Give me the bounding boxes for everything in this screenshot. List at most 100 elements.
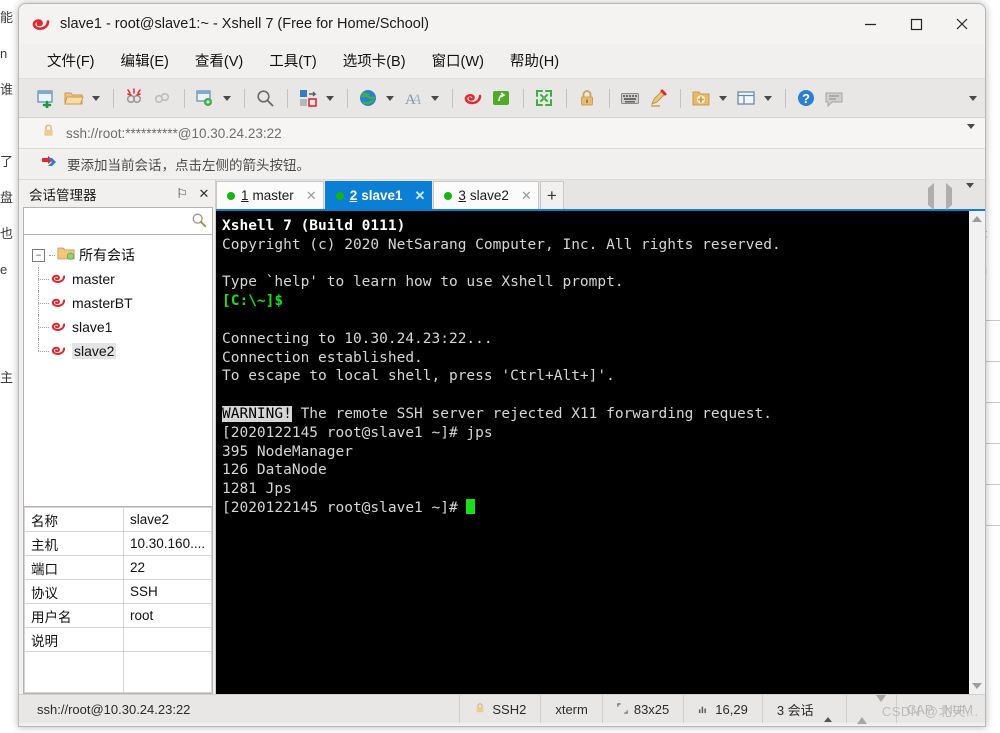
prop-value: root <box>123 603 212 628</box>
xshell-icon[interactable] <box>460 84 486 112</box>
close-panel-icon[interactable]: ✕ <box>193 186 215 202</box>
add-folder-dropdown[interactable] <box>716 84 729 112</box>
highlight-icon[interactable] <box>645 84 671 112</box>
prop-key <box>23 651 125 693</box>
tree-root-all-sessions[interactable]: − 所有会话 <box>24 243 212 267</box>
add-folder-icon[interactable] <box>688 84 714 112</box>
cursor-position-icon <box>698 702 709 717</box>
terminal-line: To escape to local shell, press 'Ctrl+Al… <box>222 368 615 385</box>
session-label: master <box>72 271 115 287</box>
comment-icon[interactable] <box>821 84 847 112</box>
address-bar[interactable]: ssh://root:**********@10.30.24.23:22 <box>19 118 985 149</box>
status-sessions-cell[interactable]: 3 会话 <box>761 695 846 723</box>
terminal-cursor <box>466 498 476 514</box>
session-item-slave2[interactable]: slave2 <box>24 339 212 363</box>
minimize-button[interactable] <box>847 4 893 44</box>
tab-list-dropdown-icon[interactable] <box>958 183 983 206</box>
font-icon[interactable]: A A <box>400 84 426 112</box>
tab-close-icon[interactable]: ✕ <box>306 188 317 204</box>
keyboard-icon[interactable] <box>617 84 643 112</box>
prop-value: 10.30.160.... <box>123 531 212 556</box>
xftp-icon[interactable] <box>488 84 514 112</box>
tab-slave2[interactable]: 3 slave2 ✕ <box>433 181 539 209</box>
disconnect-icon[interactable] <box>121 84 147 112</box>
globe-dropdown[interactable] <box>383 84 396 112</box>
scroll-up-icon[interactable] <box>972 216 982 222</box>
help-icon[interactable]: ? <box>793 84 819 112</box>
tab-master[interactable]: 1 master ✕ <box>216 181 324 209</box>
close-button[interactable] <box>939 4 985 44</box>
session-tree[interactable]: − 所有会话 master masterBT slave1 slave2 <box>23 235 213 507</box>
notice-text: 要添加当前会话，点击左侧的箭头按钮。 <box>67 158 310 173</box>
maximize-button[interactable] <box>893 4 939 44</box>
terminal-line: Xshell 7 (Build 0111) <box>222 218 406 234</box>
open-folder-dropdown[interactable] <box>89 84 102 112</box>
session-manager-header: 会话管理器 ⚐ ✕ <box>19 180 215 207</box>
layout-dropdown[interactable] <box>761 84 774 112</box>
status-termtype-cell: xterm <box>540 695 602 723</box>
transfer-icon[interactable] <box>295 84 321 112</box>
session-item-masterbt[interactable]: masterBT <box>24 291 212 315</box>
magnifier-icon[interactable] <box>191 212 207 233</box>
session-properties-dropdown[interactable] <box>220 84 233 112</box>
table-row: 协议 SSH <box>23 579 212 604</box>
status-protocol-cell: SSH2 <box>459 695 540 723</box>
tab-scroll-right-icon[interactable] <box>940 183 958 210</box>
font-dropdown[interactable] <box>428 84 441 112</box>
tab-number: 1 <box>241 188 249 203</box>
address-dropdown-icon[interactable] <box>967 124 975 147</box>
toolbar-overflow-button[interactable] <box>969 79 977 117</box>
menu-file[interactable]: 文件(F) <box>37 47 105 74</box>
reconnect-icon[interactable] <box>149 84 175 112</box>
open-folder-icon[interactable] <box>61 84 87 112</box>
menu-tabs[interactable]: 选项卡(B) <box>333 47 416 74</box>
sessions-caret-icon[interactable] <box>823 701 832 722</box>
prop-key: 端口 <box>23 555 125 580</box>
menu-edit[interactable]: 编辑(E) <box>111 47 179 74</box>
status-size: 83x25 <box>633 701 670 717</box>
menu-help[interactable]: 帮助(H) <box>500 47 569 74</box>
transfer-dropdown[interactable] <box>323 84 336 112</box>
scroll-down-icon[interactable] <box>972 683 982 689</box>
upload-arrow-icon <box>856 701 867 724</box>
tab-close-icon[interactable]: ✕ <box>415 188 426 204</box>
toolbar: A A ? <box>19 78 985 118</box>
new-tab-button[interactable]: + <box>539 181 564 209</box>
fullscreen-icon[interactable] <box>531 84 557 112</box>
prop-key: 说明 <box>23 627 125 652</box>
lock-icon[interactable] <box>574 84 600 112</box>
menu-tools[interactable]: 工具(T) <box>259 47 327 74</box>
toolbar-separator <box>566 88 567 108</box>
tab-slave1[interactable]: 2 slave1 ✕ <box>324 181 433 209</box>
terminal-line: Copyright (c) 2020 NetSarang Computer, I… <box>222 236 781 253</box>
menu-window[interactable]: 窗口(W) <box>422 47 494 74</box>
prop-key: 协议 <box>23 579 125 604</box>
session-search-input[interactable] <box>24 209 212 233</box>
terminal-screen[interactable]: Xshell 7 (Build 0111) Copyright (c) 2020 … <box>216 211 985 694</box>
status-sessions: 3 会话 <box>776 702 814 718</box>
table-row: 主机 10.30.160.... <box>23 531 212 556</box>
toolbar-separator <box>347 88 348 108</box>
tab-scroll-left-icon[interactable] <box>922 183 940 210</box>
terminal-line: 395 NodeManager <box>222 443 353 460</box>
session-item-master[interactable]: master <box>24 267 212 291</box>
session-manager-title: 会话管理器 <box>29 187 97 203</box>
tree-collapse-icon[interactable]: − <box>32 248 45 262</box>
session-item-slave1[interactable]: slave1 <box>24 315 212 339</box>
new-session-icon[interactable] <box>33 84 59 112</box>
app-logo-icon <box>31 14 51 34</box>
globe-icon[interactable] <box>355 84 381 112</box>
session-properties-icon[interactable] <box>192 84 218 112</box>
session-search-box[interactable] <box>23 207 213 235</box>
tab-close-icon[interactable]: ✕ <box>521 188 532 204</box>
terminal-scrollbar[interactable] <box>968 211 985 694</box>
pin-icon[interactable]: ⚐ <box>171 186 193 202</box>
find-icon[interactable] <box>252 84 278 112</box>
folder-icon <box>57 246 75 264</box>
layout-icon[interactable] <box>733 84 759 112</box>
tab-label: master <box>252 188 294 203</box>
menu-view[interactable]: 查看(V) <box>185 47 253 74</box>
terminal-line: [2020122145 root@slave1 ~]# jps <box>222 424 493 441</box>
window-title: slave1 - root@slave1:~ - Xshell 7 (Free … <box>60 16 429 32</box>
